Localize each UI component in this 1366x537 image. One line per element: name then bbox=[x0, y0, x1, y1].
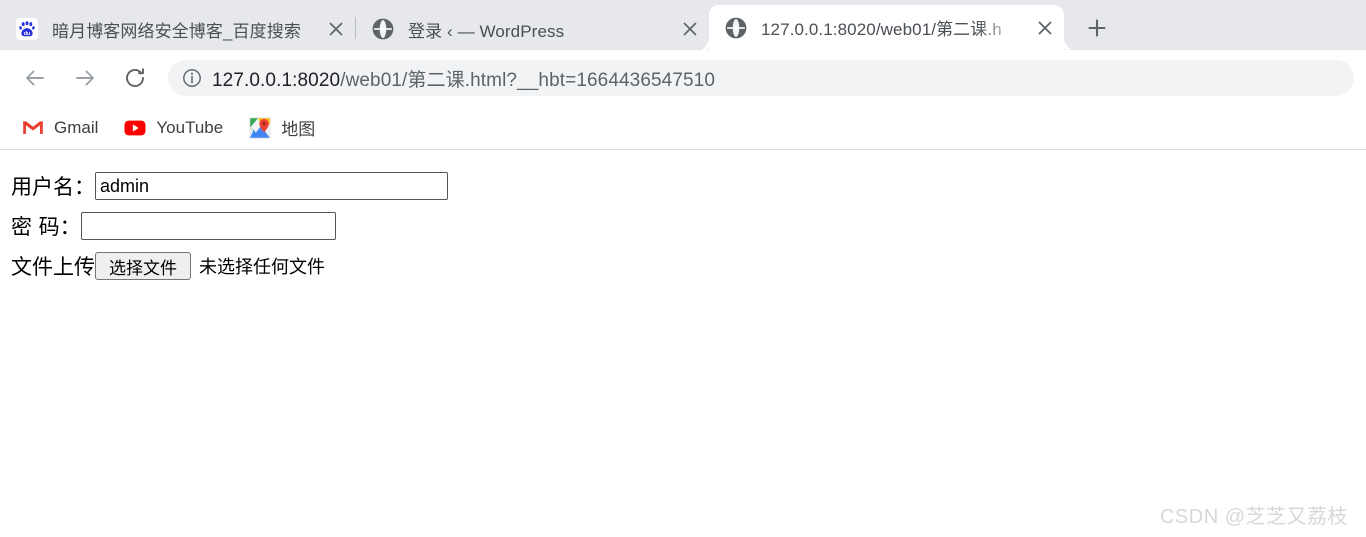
browser-tab-2[interactable]: 登录 ‹ — WordPress bbox=[356, 8, 709, 50]
reload-icon bbox=[126, 68, 144, 87]
youtube-icon bbox=[124, 117, 146, 139]
browser-toolbar: 127.0.0.1:8020/web01/第二课.html?__hbt=1664… bbox=[0, 50, 1366, 106]
bookmark-gmail[interactable]: Gmail bbox=[14, 113, 106, 143]
bookmark-label: 地图 bbox=[281, 120, 316, 139]
bookmarks-bar: Gmail YouTube 地图 bbox=[0, 106, 1366, 150]
tab-close-button[interactable] bbox=[323, 16, 349, 42]
bookmark-youtube[interactable]: YouTube bbox=[116, 113, 231, 143]
file-upload-row: 文件上传 选择文件 未选择任何文件 bbox=[0, 249, 1366, 283]
forward-button[interactable] bbox=[68, 61, 102, 95]
arrow-right-icon bbox=[76, 70, 94, 86]
tab-strip: du 暗月博客网络安全博客_百度搜索 登录 ‹ — WordPress 127.… bbox=[0, 0, 1366, 50]
new-tab-button[interactable] bbox=[1082, 13, 1112, 43]
address-bar[interactable]: 127.0.0.1:8020/web01/第二课.html?__hbt=1664… bbox=[168, 60, 1354, 96]
username-input[interactable] bbox=[95, 172, 448, 200]
browser-tab-1[interactable]: du 暗月博客网络安全博客_百度搜索 bbox=[0, 8, 355, 50]
bookmark-maps[interactable]: 地图 bbox=[241, 113, 323, 143]
back-button[interactable] bbox=[18, 61, 52, 95]
username-row: 用户名： bbox=[0, 169, 1366, 203]
url-path: /web01/第二课.html?__hbt=1664436547510 bbox=[340, 69, 715, 91]
arrow-left-icon bbox=[26, 70, 44, 86]
tab-close-button[interactable] bbox=[1032, 15, 1058, 41]
browser-tab-3-active[interactable]: 127.0.0.1:8020/web01/第二课.h bbox=[709, 5, 1064, 50]
google-maps-icon bbox=[249, 117, 271, 139]
password-label: 密 码： bbox=[11, 215, 81, 239]
browser-tab-title: 暗月博客网络安全博客_百度搜索 bbox=[52, 21, 301, 41]
file-upload-label: 文件上传 bbox=[11, 255, 95, 279]
svg-text:du: du bbox=[24, 31, 30, 37]
address-bar-url: 127.0.0.1:8020/web01/第二课.html?__hbt=1664… bbox=[212, 65, 715, 92]
page-content: 用户名： 密 码： 文件上传 选择文件 未选择任何文件 CSDN @芝芝又荔枝 bbox=[0, 151, 1366, 537]
bookmark-label: Gmail bbox=[54, 117, 99, 137]
globe-favicon bbox=[725, 17, 747, 39]
url-host: 127.0.0.1:8020 bbox=[212, 69, 341, 91]
browser-tab-title: 127.0.0.1:8020/web01/第二课.h bbox=[761, 20, 1002, 39]
plus-icon bbox=[1088, 19, 1106, 37]
bookmark-label: YouTube bbox=[156, 117, 224, 137]
csdn-watermark: CSDN @芝芝又荔枝 bbox=[1159, 506, 1348, 528]
choose-file-button[interactable]: 选择文件 bbox=[95, 252, 191, 280]
username-label: 用户名： bbox=[11, 175, 95, 199]
password-input[interactable] bbox=[80, 212, 336, 240]
gmail-icon bbox=[22, 117, 44, 139]
baidu-favicon: du bbox=[16, 18, 38, 40]
reload-button[interactable] bbox=[118, 61, 152, 95]
file-status-text: 未选择任何文件 bbox=[199, 257, 325, 278]
site-info-icon[interactable] bbox=[180, 66, 204, 90]
browser-tab-title: 登录 ‹ — WordPress bbox=[408, 21, 565, 41]
password-row: 密 码： bbox=[0, 209, 1366, 243]
globe-favicon bbox=[372, 18, 394, 40]
